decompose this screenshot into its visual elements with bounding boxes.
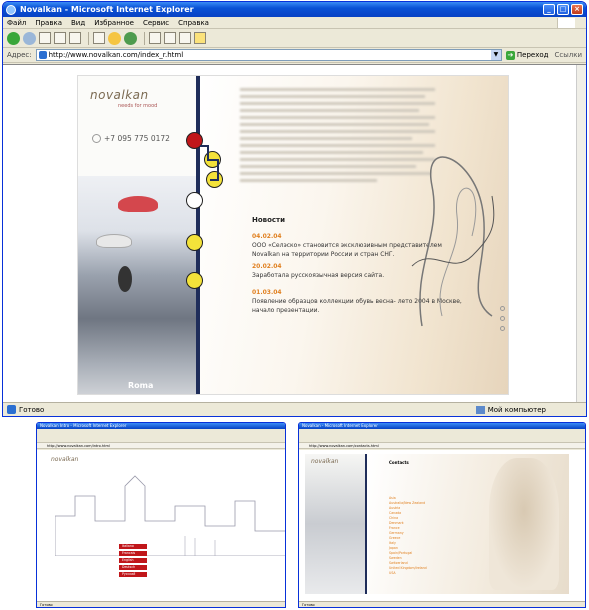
contacts-right-panel: Contacts Asia Australia/New Zealand Aust… <box>369 454 569 594</box>
go-button[interactable]: ➔ Переход <box>505 50 549 60</box>
language-menu: Italiano Francais English Deutsch Русски… <box>119 544 147 579</box>
thumb-content: novalkan Italiano Francais English Deuts… <box>37 450 285 601</box>
menu-edit[interactable]: Правка <box>35 19 62 27</box>
phone-number: +7 095 775 0172 <box>104 134 170 143</box>
status-text: Готово <box>19 405 45 414</box>
page-content: novalkan needs for mood +7 095 775 0172 … <box>3 64 586 402</box>
links-button[interactable]: Ссылки <box>554 51 582 59</box>
thumb-address: http://www.novalkan.com/contacts.html <box>299 443 585 449</box>
menu-tools[interactable]: Сервис <box>143 19 169 27</box>
thumb-toolbars <box>299 429 585 443</box>
address-text: http://www.novalkan.com/index_r.html <box>48 51 184 59</box>
menu-file[interactable]: Файл <box>7 19 26 27</box>
phone-icon <box>92 134 101 143</box>
contacts-left-panel: novalkan <box>305 454 365 594</box>
red-shoe-image <box>118 196 158 212</box>
menu-help[interactable]: Справка <box>178 19 209 27</box>
menu-view[interactable]: Вид <box>71 19 85 27</box>
print-icon[interactable] <box>164 32 176 44</box>
thumb-status: Готово <box>37 601 285 607</box>
mail-icon[interactable] <box>149 32 161 44</box>
menu-bar: Файл Правка Вид Избранное Сервис Справка <box>3 17 586 29</box>
logo-tagline: needs for mood <box>118 103 158 109</box>
contacts-heading: Contacts <box>389 460 409 465</box>
thumb-address: http://www.novalkan.com/intro.html <box>37 443 285 449</box>
news-title: Новости <box>252 216 286 224</box>
divider-line <box>365 454 367 594</box>
page-scroller[interactable] <box>500 306 506 366</box>
zone-text: Мой компьютер <box>487 405 546 414</box>
page-icon <box>38 51 47 59</box>
search-icon[interactable] <box>93 32 105 44</box>
toolbar <box>3 29 586 48</box>
computer-icon <box>475 405 485 414</box>
lang-english-button[interactable]: English <box>119 558 147 563</box>
lang-italiano-button[interactable]: Italiano <box>119 544 147 549</box>
chevron-down-icon[interactable]: ▼ <box>490 50 501 60</box>
country-list: Asia Australia/New Zealand Austria Canad… <box>389 496 427 576</box>
windows-flag-icon <box>557 18 575 28</box>
intro-page: novalkan Italiano Francais English Deuts… <box>45 454 285 594</box>
title-bar: Novalkan - Microsoft Internet Explorer _… <box>3 2 586 17</box>
thumb-logo: novalkan <box>311 458 339 465</box>
close-button[interactable]: × <box>571 4 583 15</box>
city-caption: Roma <box>128 381 154 390</box>
status-bar: Готово Мой компьютер <box>3 402 586 416</box>
back-icon[interactable] <box>7 31 20 45</box>
minimize-button[interactable]: _ <box>543 4 555 15</box>
page-loaded-icon <box>7 405 16 414</box>
intro-window-thumbnail: Novalkan Intro - Microsoft Internet Expl… <box>36 422 286 608</box>
right-panel: Новости 04.02.04 ООО «Селэско» становитс… <box>186 76 508 394</box>
menu-favorites[interactable]: Избранное <box>94 19 134 27</box>
window-title: Novalkan - Microsoft Internet Explorer <box>20 5 194 14</box>
white-shoe-image <box>96 234 132 248</box>
history-icon[interactable] <box>124 31 137 45</box>
toolbar-separator <box>88 31 89 45</box>
go-arrow-icon: ➔ <box>505 50 515 60</box>
vertical-scrollbar[interactable] <box>576 65 586 402</box>
decorative-sketch <box>411 156 495 327</box>
left-panel: novalkan needs for mood +7 095 775 0172 … <box>78 76 196 394</box>
go-label: Переход <box>516 51 549 59</box>
balloon-image <box>118 266 132 292</box>
phone: +7 095 775 0172 <box>92 134 170 143</box>
thumb-logo: novalkan <box>51 456 79 463</box>
maximize-button[interactable]: □ <box>557 4 569 15</box>
novalkan-site: novalkan needs for mood +7 095 775 0172 … <box>77 75 509 395</box>
favorites-icon[interactable] <box>108 31 121 45</box>
news-text: Заработала русскоязычная версия сайта. <box>252 272 385 279</box>
home-icon[interactable] <box>69 32 81 44</box>
model-photo <box>489 458 559 590</box>
contacts-window-thumbnail: Novalkan - Microsoft Internet Explorer h… <box>298 422 586 608</box>
ie-icon <box>6 4 16 15</box>
messenger-icon[interactable] <box>194 32 206 44</box>
lang-deutsch-button[interactable]: Deutsch <box>119 565 147 570</box>
country-item[interactable]: USA <box>389 571 427 576</box>
city-photo: Roma <box>78 176 196 394</box>
forward-icon[interactable] <box>23 31 36 45</box>
lang-russian-button[interactable]: Русский <box>119 572 147 577</box>
toolbar-separator <box>144 31 145 45</box>
lang-francais-button[interactable]: Francais <box>119 551 147 556</box>
address-bar: Адрес: http://www.novalkan.com/index_r.h… <box>3 48 586 63</box>
address-input[interactable]: http://www.novalkan.com/index_r.html ▼ <box>35 49 502 61</box>
edit-icon[interactable] <box>179 32 191 44</box>
stop-icon[interactable] <box>39 32 51 44</box>
box-icon[interactable] <box>186 234 203 251</box>
thumb-toolbars <box>37 429 285 443</box>
zone-indicator: Мой компьютер <box>475 405 546 414</box>
city-sketch-image <box>55 475 285 556</box>
address-label: Адрес: <box>7 51 32 59</box>
nav-connector-lines <box>200 145 219 181</box>
thumb-status: Готово <box>299 601 585 607</box>
ie-window: Novalkan - Microsoft Internet Explorer _… <box>2 1 587 417</box>
thumb-content: novalkan Contacts Asia Australia/New Zea… <box>299 450 585 601</box>
refresh-icon[interactable] <box>54 32 66 44</box>
contacts-icon[interactable] <box>186 272 203 289</box>
logo[interactable]: novalkan <box>90 88 149 102</box>
